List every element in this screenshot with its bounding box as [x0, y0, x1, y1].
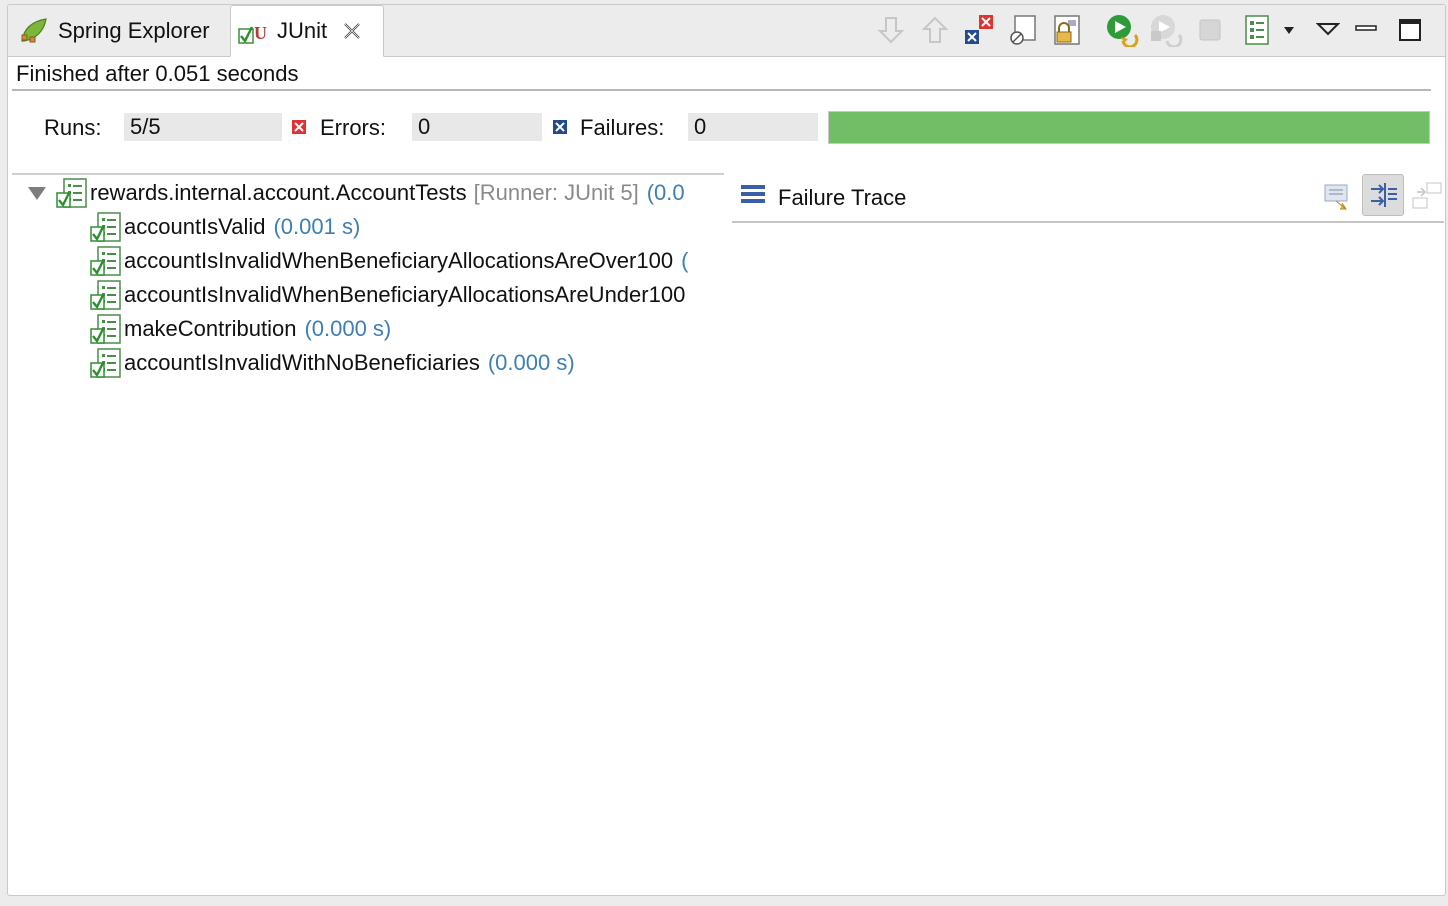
view-menu-icon[interactable]	[1311, 13, 1345, 47]
spring-leaf-icon	[21, 17, 47, 42]
scroll-lock-icon[interactable]	[1050, 13, 1084, 47]
test-passed-icon	[90, 246, 121, 276]
compare-result-icon[interactable]	[1362, 174, 1404, 216]
tree-root[interactable]: rewards.internal.account.AccountTests [R…	[28, 177, 685, 209]
error-icon	[292, 120, 306, 134]
runs-value: 5/5	[124, 113, 282, 141]
runs-label: Runs:	[44, 115, 102, 140]
tab-junit[interactable]: U JUnit	[230, 5, 384, 57]
test-passed-icon	[90, 314, 121, 344]
elapsed-time: (0.000 s)	[304, 316, 392, 341]
tree-divider	[12, 173, 724, 175]
tree-item[interactable]: accountIsInvalidWhenBeneficiaryAllocatio…	[90, 245, 688, 277]
filter-stack-trace-icon[interactable]	[1316, 175, 1358, 217]
progress-bar	[828, 111, 1430, 144]
test-run-history-icon[interactable]	[1241, 13, 1275, 47]
tree-item[interactable]: accountIsValid (0.001 s)	[90, 211, 360, 243]
junit-icon: U	[238, 23, 267, 44]
rerun-failures-first-icon[interactable]	[1149, 13, 1183, 47]
test-name: accountIsValid	[124, 214, 266, 239]
failure-trace-label: Failure Trace	[778, 185, 907, 210]
elapsed-time: (0.0	[646, 180, 685, 205]
errors-label: Errors:	[320, 115, 386, 140]
tab-label: Spring Explorer	[58, 17, 210, 43]
failures-label: Failures:	[580, 115, 665, 140]
tree-item[interactable]: accountIsInvalidWithNoBeneficiaries (0.0…	[90, 347, 575, 379]
show-skipped-only-icon[interactable]	[1006, 13, 1040, 47]
next-failure-icon[interactable]	[874, 13, 908, 47]
tree-item[interactable]: makeContribution (0.000 s)	[90, 313, 391, 345]
elapsed-time: (0.000 s)	[487, 350, 575, 375]
test-name: accountIsInvalidWhenBeneficiaryAllocatio…	[124, 248, 674, 273]
close-icon[interactable]	[341, 20, 363, 42]
stop-icon[interactable]	[1193, 13, 1227, 47]
tab-label: JUnit	[277, 18, 328, 43]
tab-spring-explorer[interactable]: Spring Explorer	[12, 5, 230, 56]
tree-item[interactable]: accountIsInvalidWhenBeneficiaryAllocatio…	[90, 279, 693, 311]
test-tree: rewards.internal.account.AccountTests [R…	[12, 173, 724, 413]
failure-trace-header: Failure Trace	[732, 174, 1445, 223]
runner-label: [Runner: JUnit 5]	[473, 180, 639, 205]
finished-status: Finished after 0.051 seconds	[16, 61, 299, 86]
expand-twisty-icon[interactable]	[28, 186, 46, 200]
elapsed-time: (	[681, 248, 689, 273]
rerun-test-icon[interactable]	[1105, 13, 1139, 47]
test-name: accountIsInvalidWithNoBeneficiaries	[124, 350, 480, 375]
counter-panel: Runs: 5/5 Errors: 0 Failures: 0	[8, 111, 1445, 145]
chevron-down-icon[interactable]	[1281, 13, 1297, 47]
svg-text:U: U	[254, 23, 267, 43]
failure-icon	[553, 120, 567, 134]
tree-root-label: rewards.internal.account.AccountTests	[90, 180, 467, 205]
test-name: accountIsInvalidWhenBeneficiaryAllocatio…	[124, 282, 686, 307]
junit-view: Spring Explorer U JUnit Finished after 0…	[7, 4, 1446, 896]
test-suite-passed-icon	[56, 178, 87, 208]
test-passed-icon	[90, 280, 121, 310]
previous-failure-icon[interactable]	[918, 13, 952, 47]
copy-trace-icon[interactable]	[1406, 175, 1445, 217]
errors-value: 0	[412, 113, 542, 141]
divider	[12, 89, 1431, 91]
failures-value: 0	[688, 113, 818, 141]
stack-trace-icon	[741, 185, 765, 203]
test-passed-icon	[90, 212, 121, 242]
test-passed-icon	[90, 348, 121, 378]
test-name: makeContribution	[124, 316, 297, 341]
show-failures-only-icon[interactable]	[962, 13, 996, 47]
maximize-icon[interactable]	[1393, 13, 1427, 47]
minimize-icon[interactable]	[1349, 13, 1383, 47]
tab-strip: Spring Explorer U JUnit	[8, 5, 1445, 57]
elapsed-time: (0.001 s)	[273, 214, 361, 239]
